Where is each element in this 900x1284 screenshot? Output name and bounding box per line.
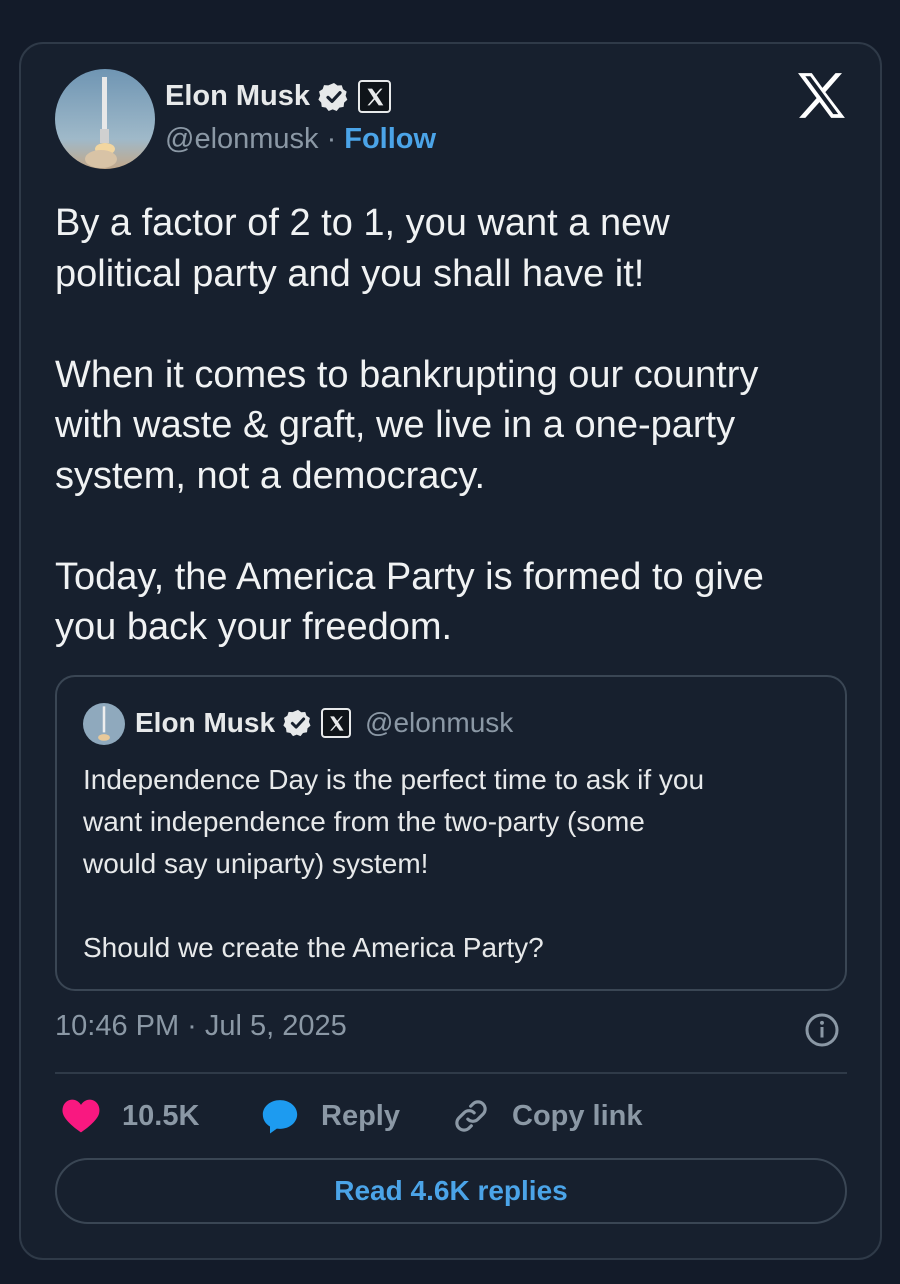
- reply-button[interactable]: Reply: [260, 1093, 400, 1139]
- verified-badge-icon: [318, 81, 350, 113]
- follow-button[interactable]: Follow: [344, 123, 436, 156]
- read-replies-button[interactable]: Read 4.6K replies: [55, 1158, 847, 1224]
- quote-author-handle: @elonmusk: [365, 707, 514, 738]
- quote-avatar: [83, 703, 125, 745]
- divider: [55, 1072, 847, 1074]
- quote-header: Elon Musk @elonmusk: [135, 707, 513, 739]
- tweet-text: By a factor of 2 to 1, you want a new po…: [55, 202, 764, 648]
- like-button[interactable]: 10.5K: [61, 1093, 199, 1139]
- author-name[interactable]: Elon Musk: [165, 80, 310, 113]
- quote-text: Independence Day is the perfect time to …: [83, 764, 705, 963]
- author-handle-row: @elonmusk · Follow: [165, 123, 436, 156]
- quoted-tweet[interactable]: Elon Musk @elonmusk Independence Day is …: [55, 675, 847, 991]
- x-logo-icon[interactable]: [797, 72, 847, 118]
- copy-link-button[interactable]: Copy link: [452, 1093, 643, 1139]
- link-icon: [452, 1097, 490, 1135]
- author-header: Elon Musk: [165, 80, 392, 113]
- info-icon[interactable]: [804, 1012, 840, 1048]
- heart-icon: [61, 1098, 101, 1134]
- reply-bubble-icon: [260, 1096, 300, 1136]
- reply-label: Reply: [321, 1099, 400, 1132]
- x-affiliation-icon[interactable]: [358, 80, 392, 113]
- avatar[interactable]: [55, 69, 155, 169]
- action-bar: 10.5K Reply Copy link: [55, 1093, 847, 1141]
- verified-badge-icon: [283, 708, 313, 738]
- tweet-timestamp[interactable]: 10:46 PM · Jul 5, 2025: [55, 1010, 347, 1043]
- author-handle[interactable]: @elonmusk: [165, 123, 319, 156]
- x-affiliation-icon: [321, 708, 352, 738]
- like-count: 10.5K: [122, 1099, 200, 1132]
- copy-link-label: Copy link: [512, 1099, 643, 1132]
- handle-separator: ·: [326, 123, 337, 155]
- quote-author-name: Elon Musk: [135, 707, 276, 738]
